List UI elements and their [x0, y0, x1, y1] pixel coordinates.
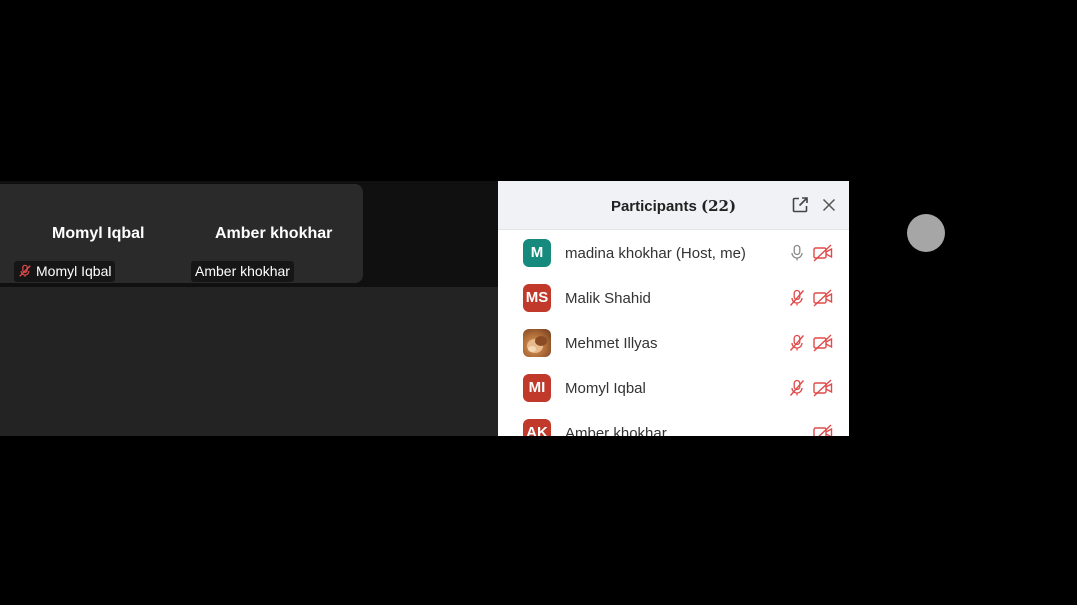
video-off-icon[interactable] — [812, 424, 834, 436]
participants-header: Participants (22) — [498, 181, 849, 230]
tile-tag-label: Momyl Iqbal — [36, 263, 112, 279]
participant-avatar-photo — [523, 329, 551, 357]
tile-name-tag: Momyl Iqbal — [14, 261, 116, 282]
tile-name-tag: Amber khokhar — [191, 261, 294, 282]
participant-name: Momyl Iqbal — [565, 380, 646, 397]
video-off-icon[interactable] — [812, 379, 834, 397]
video-off-icon[interactable] — [812, 244, 834, 262]
video-off-icon[interactable] — [812, 334, 834, 352]
tile-display-name: Momyl Iqbal — [52, 225, 145, 242]
mic-muted-icon[interactable] — [788, 379, 806, 397]
mic-muted-icon[interactable] — [788, 334, 806, 352]
participants-panel: Participants (22) M madina khokhar (Host… — [498, 181, 849, 436]
participant-row[interactable]: M madina khokhar (Host, me) — [498, 231, 849, 276]
video-tile-row: Momyl Iqbal Momyl Iqbal Amber khokhar Am… — [0, 184, 363, 283]
participants-count: (22) — [700, 197, 737, 215]
mic-muted-icon[interactable] — [788, 289, 806, 307]
participant-name: Malik Shahid — [565, 290, 651, 307]
participant-row[interactable]: MI Momyl Iqbal — [498, 366, 849, 411]
close-icon[interactable] — [819, 195, 839, 215]
participant-row[interactable]: AK Amber khokhar — [498, 411, 849, 436]
mic-muted-icon — [19, 264, 31, 277]
tile-tag-label: Amber khokhar — [195, 263, 290, 279]
participant-row[interactable]: Mehmet Illyas — [498, 321, 849, 366]
participant-avatar: MI — [523, 374, 551, 402]
avatar-photo-image — [527, 336, 547, 353]
participant-avatar: MS — [523, 284, 551, 312]
meeting-window: Momyl Iqbal Momyl Iqbal Amber khokhar Am… — [0, 181, 849, 436]
participant-name: Mehmet Illyas — [565, 335, 658, 352]
video-tile-momyl[interactable]: Momyl Iqbal Momyl Iqbal — [0, 184, 185, 283]
tile-display-name: Amber khokhar — [215, 225, 333, 242]
mic-icon[interactable] — [788, 244, 806, 262]
participant-avatar: AK — [523, 419, 551, 436]
video-tile-amber[interactable]: Amber khokhar Amber khokhar — [185, 184, 363, 283]
video-area: Momyl Iqbal Momyl Iqbal Amber khokhar Am… — [0, 181, 498, 436]
participant-name: Amber khokhar — [565, 425, 667, 436]
floating-circle-button[interactable] — [907, 214, 945, 252]
participant-avatar: M — [523, 239, 551, 267]
popout-icon[interactable] — [790, 195, 810, 215]
participant-row[interactable]: MS Malik Shahid — [498, 276, 849, 321]
participant-name: madina khokhar (Host, me) — [565, 245, 746, 262]
video-off-icon[interactable] — [812, 289, 834, 307]
participants-title-label: Participants — [610, 198, 697, 215]
video-strip: Momyl Iqbal Momyl Iqbal Amber khokhar Am… — [0, 181, 498, 287]
